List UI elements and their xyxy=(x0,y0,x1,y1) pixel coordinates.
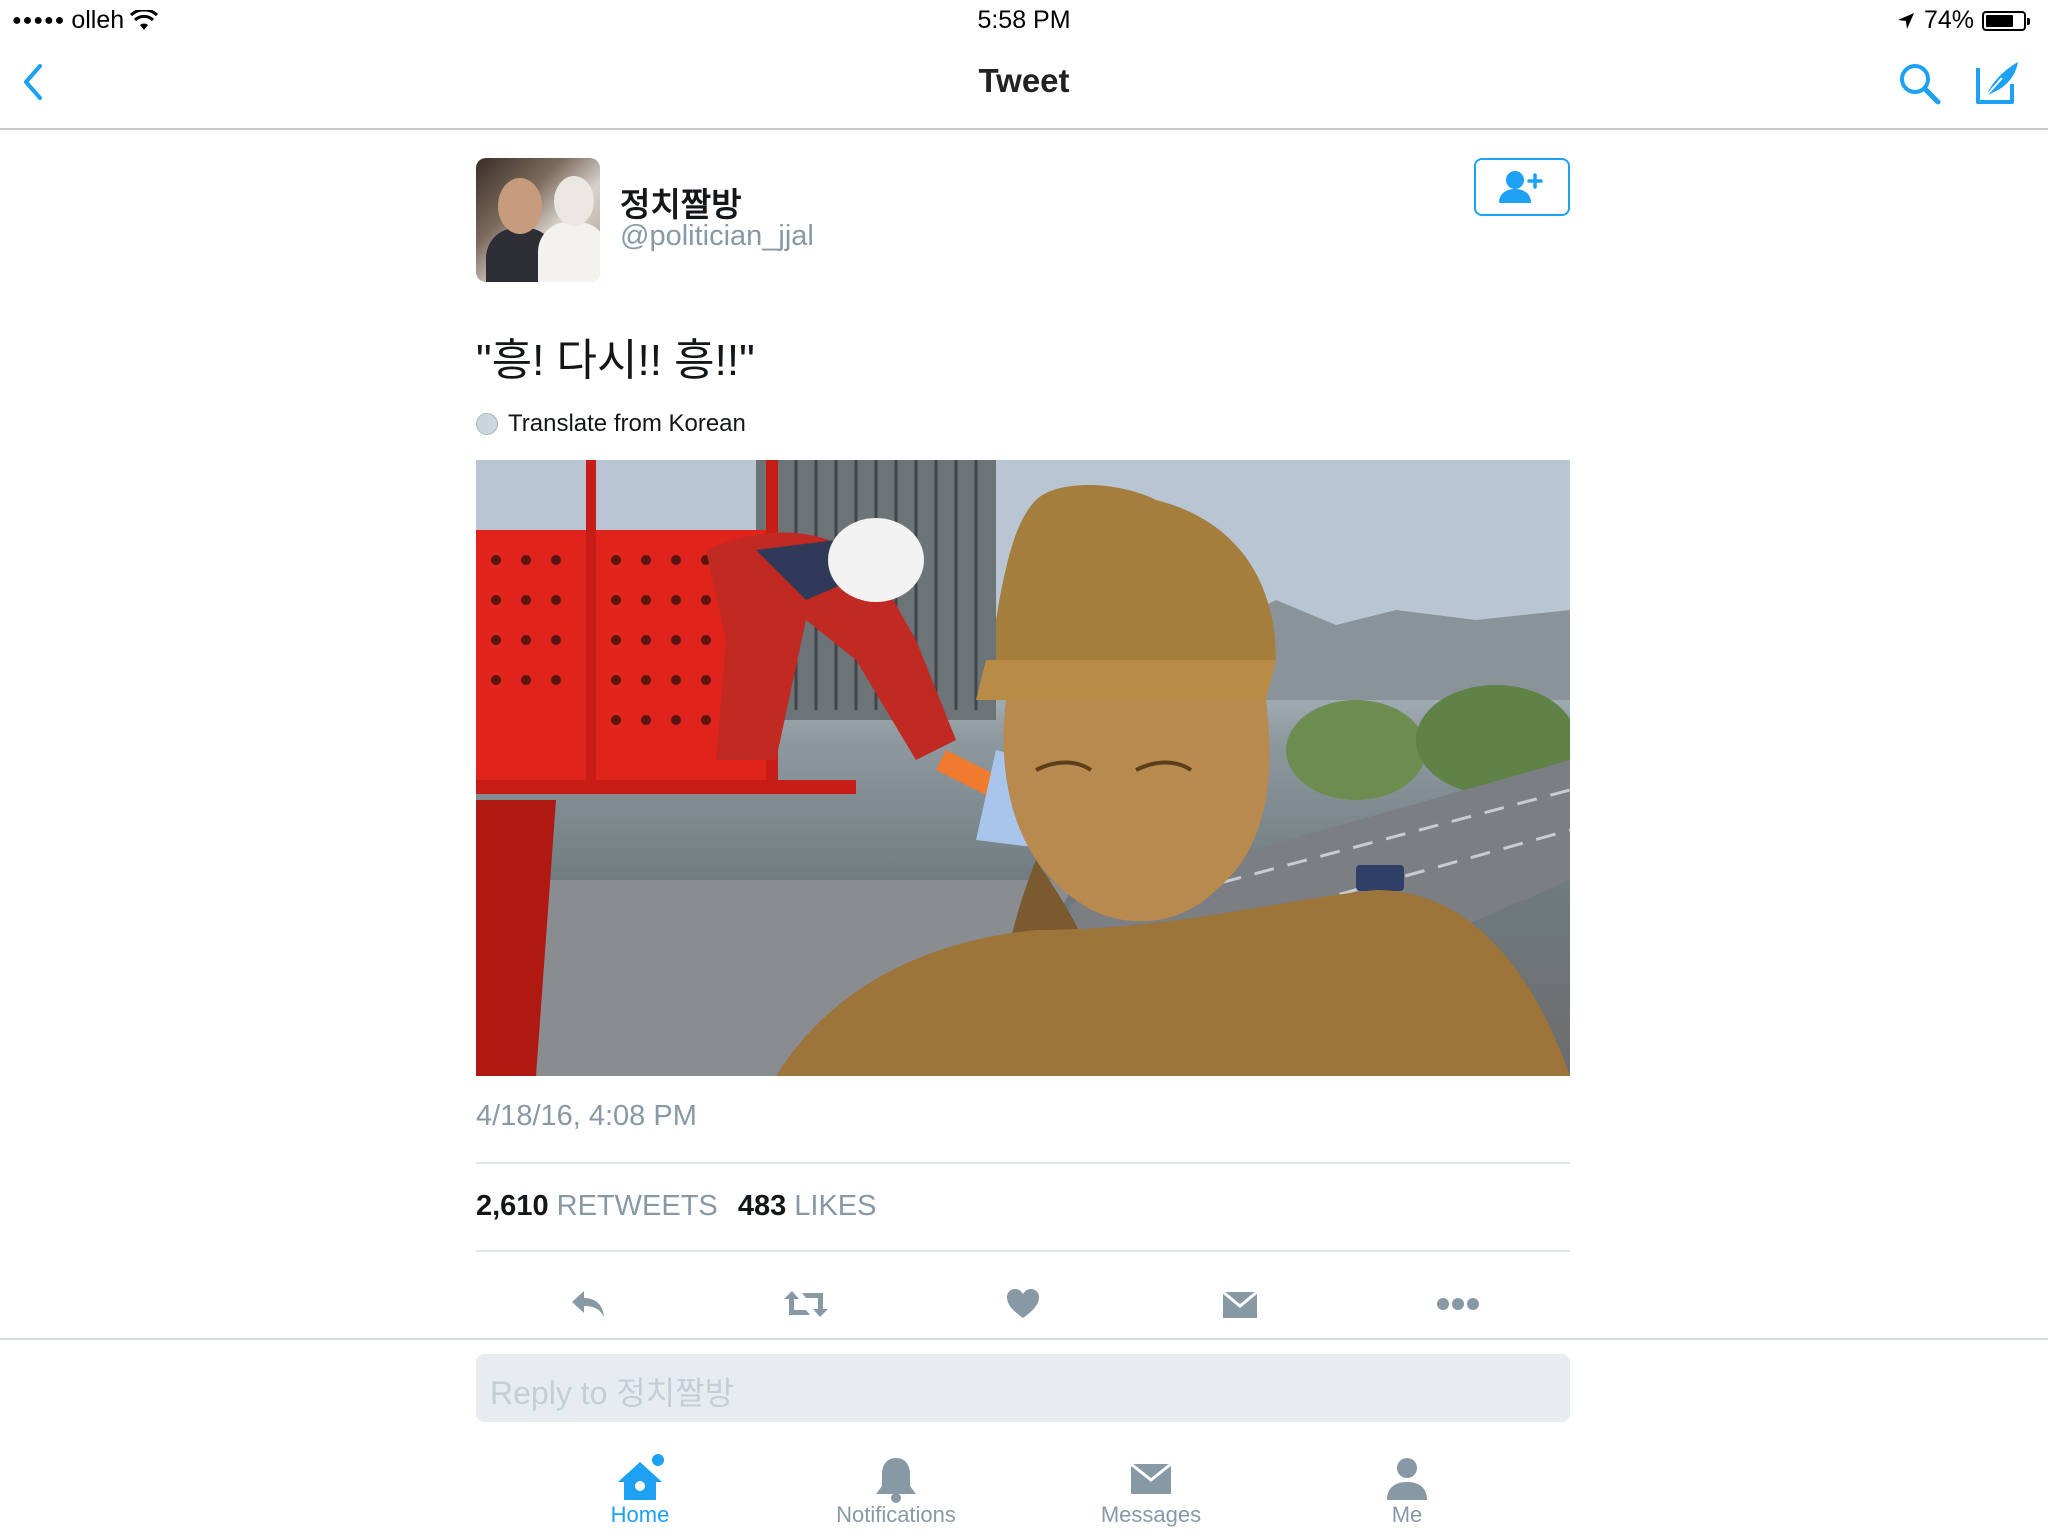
divider xyxy=(0,1338,2048,1340)
reply-button[interactable] xyxy=(558,1274,618,1334)
follow-button[interactable] xyxy=(1474,158,1570,216)
display-name[interactable]: 정치짤방 xyxy=(620,178,741,226)
divider xyxy=(476,1250,1570,1252)
reply-input[interactable]: Reply to 정치짤방 xyxy=(476,1354,1570,1422)
envelope-icon xyxy=(1222,1290,1258,1318)
tab-home[interactable]: Home xyxy=(540,1440,740,1536)
more-icon xyxy=(1437,1298,1479,1310)
heart-icon xyxy=(1007,1289,1039,1318)
photo-illustration xyxy=(476,460,1570,1076)
tab-notifications[interactable]: Notifications xyxy=(796,1440,996,1536)
retweet-icon xyxy=(784,1291,828,1317)
globe-icon xyxy=(476,413,498,435)
battery-tip xyxy=(2027,17,2030,25)
like-button[interactable] xyxy=(993,1274,1053,1334)
envelope-icon xyxy=(1130,1462,1172,1494)
user-handle[interactable]: @politician_jjal xyxy=(620,220,814,253)
bell-icon xyxy=(876,1458,916,1503)
tab-label: Me xyxy=(1391,1502,1423,1527)
page-title: Tweet xyxy=(978,62,1070,99)
avatar[interactable] xyxy=(476,158,600,282)
person-icon xyxy=(1387,1458,1427,1500)
tab-label: Notifications xyxy=(836,1502,956,1527)
status-right: 74% xyxy=(1896,6,2030,35)
tweet-timestamp: 4/18/16, 4:08 PM xyxy=(476,1100,697,1132)
battery-fill xyxy=(1986,14,2013,27)
battery-icon xyxy=(1982,10,2030,31)
divider xyxy=(476,1162,1570,1164)
tab-label: Home xyxy=(610,1502,670,1527)
retweets-label[interactable]: RETWEETS xyxy=(557,1190,718,1222)
avatar-face-left xyxy=(498,178,542,234)
battery-percent: 74% xyxy=(1923,6,1974,34)
location-arrow-icon xyxy=(1897,12,1914,29)
avatar-face-right xyxy=(554,176,594,226)
translate-label: Translate from Korean xyxy=(508,410,746,437)
likes-label[interactable]: LIKES xyxy=(794,1190,876,1222)
retweet-button[interactable] xyxy=(776,1274,836,1334)
search-icon[interactable] xyxy=(1896,60,1942,106)
likes-count[interactable]: 483 xyxy=(738,1190,786,1222)
status-bar: ●●●●● olleh 5:58 PM 74% xyxy=(0,0,2048,40)
add-user-icon xyxy=(1499,171,1543,203)
tab-bar: Home Notifications Messages Me xyxy=(0,1440,2048,1536)
compose-icon[interactable] xyxy=(1972,58,2022,108)
tweet-actions xyxy=(476,1274,1570,1334)
more-options-button[interactable] xyxy=(1428,1274,1488,1334)
translate-link[interactable]: Translate from Korean xyxy=(476,410,746,438)
tab-me[interactable]: Me xyxy=(1307,1440,1507,1536)
direct-message-button[interactable] xyxy=(1210,1274,1270,1334)
tweet-photo[interactable] xyxy=(476,460,1570,1076)
status-time: 5:58 PM xyxy=(977,6,1071,34)
home-icon xyxy=(618,1454,664,1500)
avatar-figure-right xyxy=(538,222,600,282)
reply-icon xyxy=(572,1291,604,1317)
tab-label: Messages xyxy=(1100,1502,1202,1527)
tab-messages[interactable]: Messages xyxy=(1051,1440,1251,1536)
retweets-count[interactable]: 2,610 xyxy=(476,1190,549,1222)
tweet-stats: 2,610 RETWEETS 483 LIKES xyxy=(476,1190,889,1223)
navigation-bar: Tweet xyxy=(0,40,2048,130)
tweet-text: "흥! 다시!! 흥!!" xyxy=(476,336,755,385)
